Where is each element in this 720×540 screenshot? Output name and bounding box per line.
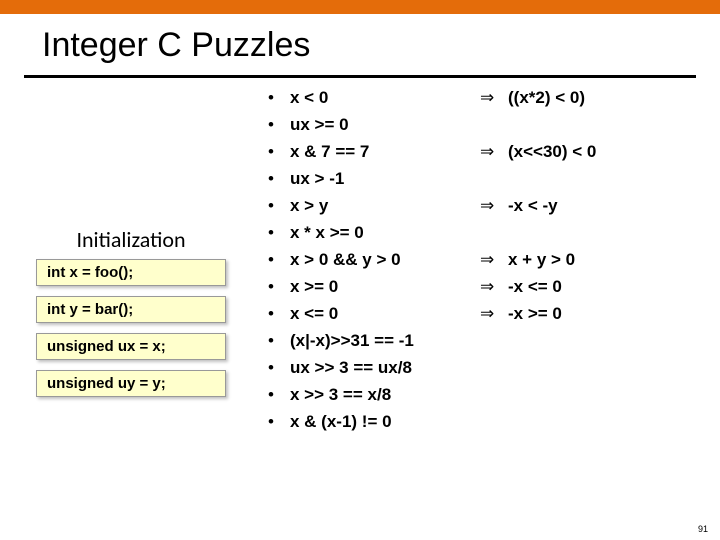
puzzle-rhs	[508, 381, 596, 408]
puzzle-row: •ux >> 3 == ux/8	[268, 354, 596, 381]
bullet: •	[268, 165, 290, 192]
puzzle-rhs: -x < -y	[508, 192, 596, 219]
puzzle-row: •x >= 0⇒-x <= 0	[268, 273, 596, 300]
puzzle-row: •x * x >= 0	[268, 219, 596, 246]
puzzle-row: •ux > -1	[268, 165, 596, 192]
puzzle-lhs: x < 0	[290, 84, 480, 111]
puzzle-lhs: x >= 0	[290, 273, 480, 300]
puzzle-rhs	[508, 327, 596, 354]
puzzle-lhs: x <= 0	[290, 300, 480, 327]
bullet: •	[268, 300, 290, 327]
puzzle-rhs	[508, 408, 596, 435]
bullet: •	[268, 84, 290, 111]
bullet: •	[268, 273, 290, 300]
puzzle-rhs: -x >= 0	[508, 300, 596, 327]
puzzle-row: •x < 0⇒((x*2) < 0)	[268, 84, 596, 111]
bullet: •	[268, 111, 290, 138]
bullet: •	[268, 327, 290, 354]
bullet: •	[268, 408, 290, 435]
implies-symbol: ⇒	[480, 84, 508, 111]
implies-symbol	[480, 219, 508, 246]
implies-symbol: ⇒	[480, 138, 508, 165]
implies-symbol: ⇒	[480, 300, 508, 327]
implies-symbol	[480, 327, 508, 354]
bullet: •	[268, 354, 290, 381]
implies-symbol	[480, 408, 508, 435]
puzzle-lhs: (x|-x)>>31 == -1	[290, 327, 480, 354]
puzzle-table: •x < 0⇒((x*2) < 0)•ux >= 0•x & 7 == 7⇒(x…	[268, 84, 596, 435]
bullet: •	[268, 219, 290, 246]
initialization-block: Initialization int x = foo(); int y = ba…	[36, 226, 226, 407]
puzzle-lhs: ux >> 3 == ux/8	[290, 354, 480, 381]
implies-symbol	[480, 111, 508, 138]
puzzle-rhs: -x <= 0	[508, 273, 596, 300]
puzzle-rhs	[508, 354, 596, 381]
puzzle-lhs: x & 7 == 7	[290, 138, 480, 165]
puzzle-rhs	[508, 219, 596, 246]
puzzle-row: •ux >= 0	[268, 111, 596, 138]
puzzle-list: •x < 0⇒((x*2) < 0)•ux >= 0•x & 7 == 7⇒(x…	[268, 84, 596, 435]
puzzle-row: •x > y⇒-x < -y	[268, 192, 596, 219]
implies-symbol	[480, 354, 508, 381]
puzzle-row: •x <= 0⇒-x >= 0	[268, 300, 596, 327]
bullet: •	[268, 138, 290, 165]
page-number: 91	[698, 524, 708, 534]
puzzle-row: •(x|-x)>>31 == -1	[268, 327, 596, 354]
puzzle-lhs: x > 0 && y > 0	[290, 246, 480, 273]
init-line: unsigned ux = x;	[36, 333, 226, 360]
puzzle-rhs: x + y > 0	[508, 246, 596, 273]
implies-symbol: ⇒	[480, 273, 508, 300]
implies-symbol	[480, 381, 508, 408]
puzzle-row: •x & (x-1) != 0	[268, 408, 596, 435]
implies-symbol	[480, 165, 508, 192]
init-line: int x = foo();	[36, 259, 226, 286]
bullet: •	[268, 192, 290, 219]
bullet: •	[268, 246, 290, 273]
puzzle-lhs: ux >= 0	[290, 111, 480, 138]
bullet: •	[268, 381, 290, 408]
accent-bar	[0, 0, 720, 14]
puzzle-lhs: x > y	[290, 192, 480, 219]
puzzle-lhs: x >> 3 == x/8	[290, 381, 480, 408]
page-title: Integer C Puzzles	[42, 26, 720, 65]
puzzle-row: •x & 7 == 7⇒(x<<30) < 0	[268, 138, 596, 165]
puzzle-rhs	[508, 111, 596, 138]
puzzle-lhs: ux > -1	[290, 165, 480, 192]
implies-symbol: ⇒	[480, 246, 508, 273]
initialization-heading: Initialization	[36, 226, 226, 253]
init-line: unsigned uy = y;	[36, 370, 226, 397]
implies-symbol: ⇒	[480, 192, 508, 219]
puzzle-row: •x > 0 && y > 0⇒x + y > 0	[268, 246, 596, 273]
puzzle-row: •x >> 3 == x/8	[268, 381, 596, 408]
init-line: int y = bar();	[36, 296, 226, 323]
puzzle-lhs: x * x >= 0	[290, 219, 480, 246]
puzzle-rhs	[508, 165, 596, 192]
puzzle-rhs: (x<<30) < 0	[508, 138, 596, 165]
content-area: Initialization int x = foo(); int y = ba…	[0, 78, 720, 516]
puzzle-rhs: ((x*2) < 0)	[508, 84, 596, 111]
puzzle-lhs: x & (x-1) != 0	[290, 408, 480, 435]
